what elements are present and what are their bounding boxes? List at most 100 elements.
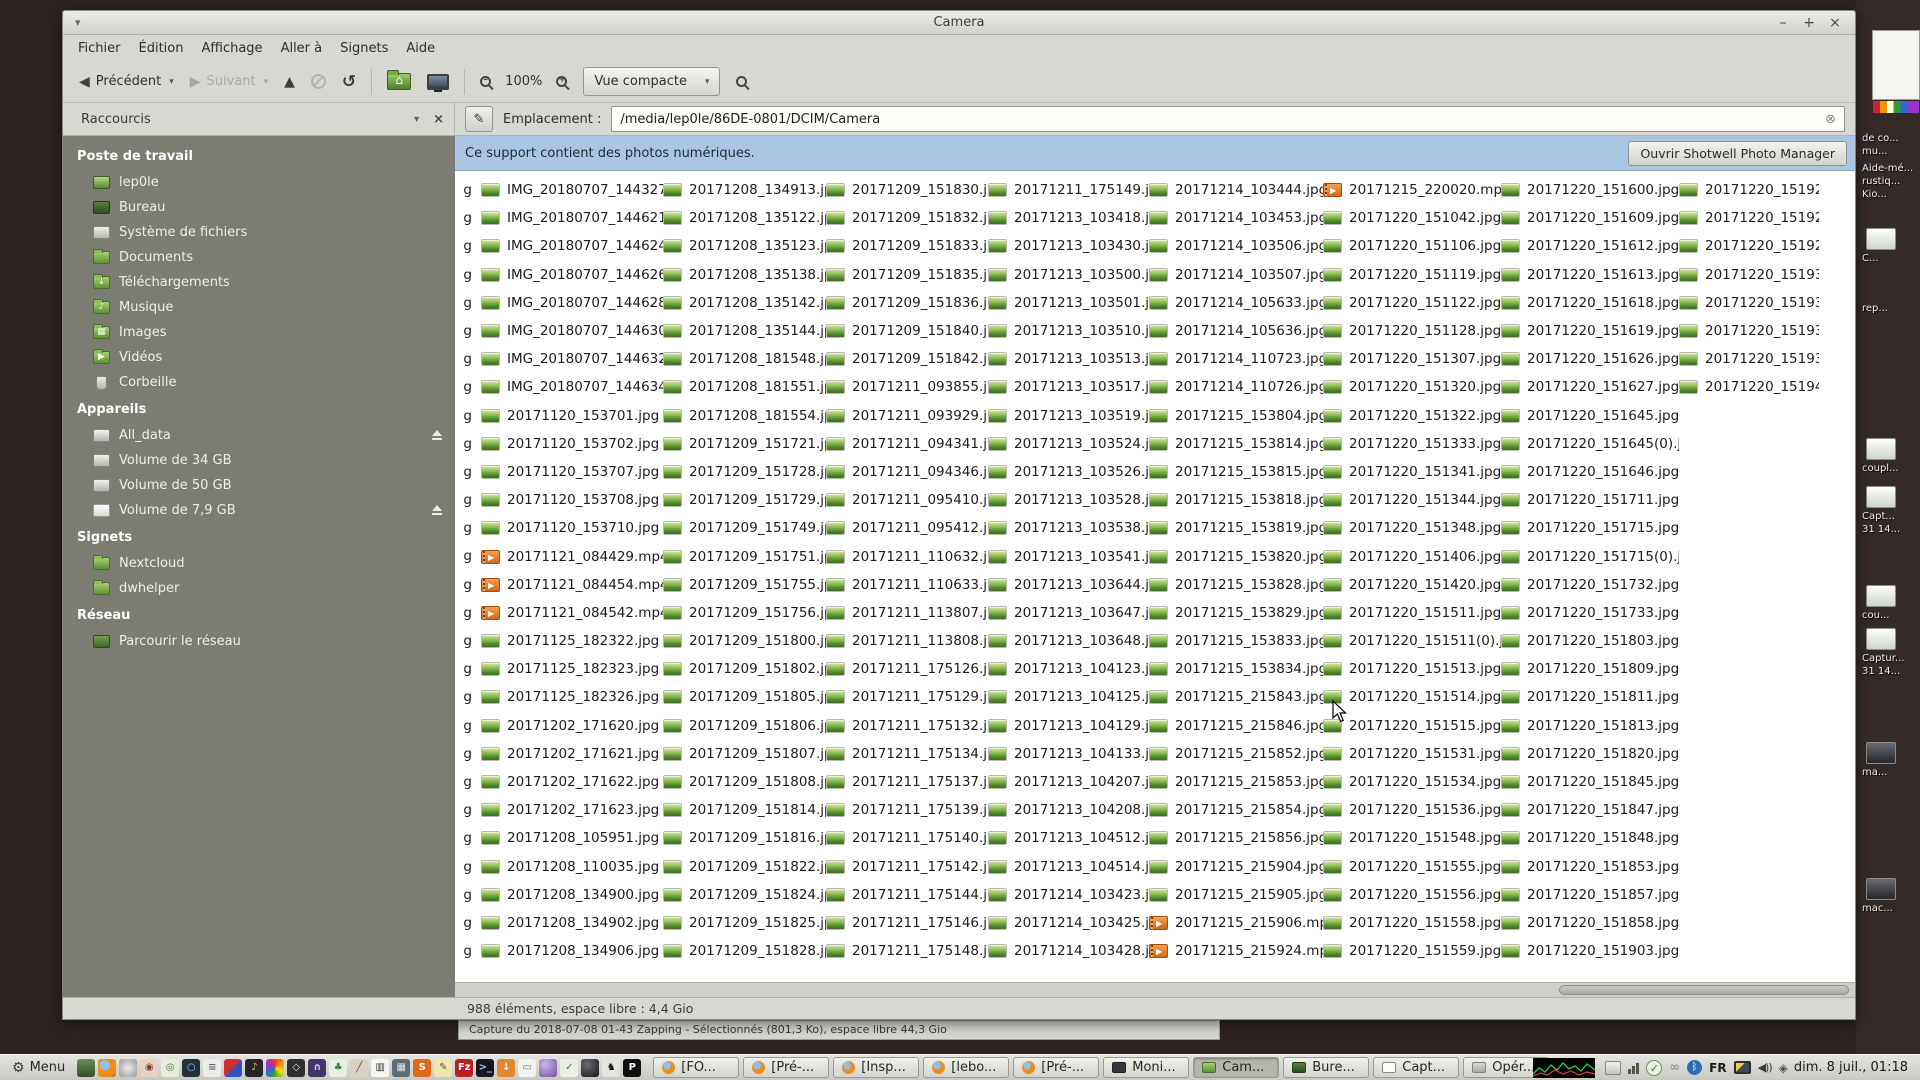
file-item[interactable]: 20171220_151511.jpg [1323, 599, 1501, 627]
file-item[interactable]: 20171121_084454.mp4 [481, 571, 663, 599]
file-item[interactable]: 20171213_103501.jpg [988, 289, 1149, 317]
file-item[interactable]: 20171208_134900.jpg [481, 881, 663, 909]
file-item[interactable]: 20171220_151932.jpg [1679, 289, 1819, 317]
file-item[interactable]: 20171209_151840.jpg [826, 317, 988, 345]
taskbar-window-moni[interactable]: Moni... [1103, 1057, 1189, 1078]
file-item[interactable]: 20171211_093855.jpg [826, 373, 988, 401]
file-item[interactable]: 20171213_103528.jpg [988, 486, 1149, 514]
back-dropdown-icon[interactable]: ▾ [169, 77, 174, 87]
menu-aller-a[interactable]: Aller à [272, 38, 332, 59]
taskbar-window-cam[interactable]: Cam... [1193, 1057, 1279, 1078]
file-item[interactable]: 20171215_153820.jpg [1149, 542, 1323, 570]
file-item[interactable]: 20171120_153708.jpg [481, 486, 663, 514]
file-item[interactable]: 20171220_151937.jpg [1679, 345, 1819, 373]
file-item[interactable]: 20171209_151755.jpg [663, 571, 826, 599]
file-item[interactable]: 20171213_103418.jpg [988, 204, 1149, 232]
system-monitor-graph[interactable] [1533, 1058, 1595, 1078]
file-item[interactable]: 20171213_103538.jpg [988, 514, 1149, 542]
file-item[interactable]: 20171220_151715(0).jpg [1501, 542, 1679, 570]
file-item[interactable]: 20171220_151128.jpg [1323, 317, 1501, 345]
file-item[interactable]: 20171211_110632.jpg [826, 542, 988, 570]
file-item[interactable]: 20171220_151042.jpg [1323, 204, 1501, 232]
file-item[interactable]: IMG_20180707_144621.jpg [481, 204, 663, 232]
file-item[interactable]: 20171209_151836.jpg [826, 289, 988, 317]
file-item[interactable]: 20171220_151119.jpg [1323, 261, 1501, 289]
file-item[interactable]: 20171208_181551.jpg [663, 373, 826, 401]
file-item[interactable]: 20171220_151646.jpg [1501, 458, 1679, 486]
file-item[interactable]: 20171202_171621.jpg [481, 740, 663, 768]
file-item[interactable]: 20171213_103541.jpg [988, 542, 1149, 570]
file-item[interactable]: IMG_20180707_144630.jpg [481, 317, 663, 345]
forward-dropdown-icon[interactable]: ▾ [264, 77, 269, 87]
file-item[interactable]: 20171125_182322.jpg [481, 627, 663, 655]
file-item[interactable]: 20171220_151715.jpg [1501, 514, 1679, 542]
desktop-icon-fragment[interactable]: de co...mu... [1862, 132, 1918, 158]
file-item[interactable]: 20171211_175140.jpg [826, 824, 988, 852]
launcher-photos[interactable] [266, 1059, 284, 1077]
file-item[interactable]: 20171220_151847.jpg [1501, 796, 1679, 824]
file-item[interactable]: 20171220_151600.jpg [1501, 176, 1679, 204]
file-item[interactable]: 20171220_151928.jpg [1679, 232, 1819, 260]
file-item[interactable]: 20171220_151320.jpg [1323, 373, 1501, 401]
file-item[interactable]: 20171208_135144.jpg [663, 317, 826, 345]
launcher-flag[interactable] [224, 1059, 242, 1077]
file-item[interactable]: 20171220_151555.jpg [1323, 853, 1501, 881]
computer-button[interactable] [419, 66, 457, 98]
file-item[interactable]: 20171215_153815.jpg [1149, 458, 1323, 486]
launcher-terminal[interactable]: >_ [476, 1059, 494, 1077]
pane-header-dropdown-icon[interactable]: ▾ [414, 114, 419, 125]
launcher-files[interactable]: ≡ [203, 1059, 221, 1077]
file-item[interactable]: 20171215_215924.mp4 [1149, 937, 1323, 965]
file-item[interactable]: 20171220_151903.jpg [1501, 937, 1679, 965]
file-item[interactable]: 20171209_151802.jpg [663, 655, 826, 683]
launcher-xournal[interactable]: ✎ [434, 1059, 452, 1077]
keyboard-layout-icon[interactable]: FR [1709, 1061, 1726, 1075]
file-item[interactable]: 20171208_135122.jpg [663, 204, 826, 232]
file-item[interactable]: 20171220_151344.jpg [1323, 486, 1501, 514]
sidebar-item-musique[interactable]: Musique [63, 295, 455, 320]
file-item[interactable]: 20171125_182323.jpg [481, 655, 663, 683]
file-item[interactable]: 20171220_151626.jpg [1501, 345, 1679, 373]
file-item[interactable]: 20171211_175134.jpg [826, 740, 988, 768]
desktop-icon-fragment[interactable]: mac... [1862, 878, 1918, 915]
sidebar-item-volume-de-50-gb[interactable]: Volume de 50 GB [63, 473, 455, 498]
file-item[interactable]: 20171209_151828.jpg [663, 937, 826, 965]
launcher-window[interactable]: ▭ [518, 1059, 536, 1077]
launcher-dark-orb[interactable] [581, 1059, 599, 1077]
file-item[interactable]: 20171220_151924.jpg [1679, 176, 1819, 204]
menu-signets[interactable]: Signets [331, 38, 397, 59]
launcher-eye[interactable]: ◉ [140, 1059, 158, 1077]
view-mode-select[interactable]: Vue compacte ▾ [583, 67, 720, 96]
file-item[interactable]: 20171215_215846.jpg [1149, 712, 1323, 740]
file-item[interactable]: 20171220_151645.jpg [1501, 402, 1679, 430]
file-item[interactable]: 20171213_103526.jpg [988, 458, 1149, 486]
menu-button[interactable]: ⚙ Menu [4, 1057, 73, 1079]
launcher-music[interactable]: ♪ [245, 1059, 263, 1077]
file-item[interactable]: 20171208_134902.jpg [481, 909, 663, 937]
file-item[interactable]: 20171211_175148.jpg [826, 937, 988, 965]
file-item[interactable]: 20171215_153819.jpg [1149, 514, 1323, 542]
screen-tool-icon[interactable] [1734, 1061, 1751, 1074]
file-item[interactable]: IMG_20180707_144624.jpg [481, 232, 663, 260]
sidebar-item-corbeille[interactable]: Corbeille [63, 370, 455, 395]
file-item[interactable]: 20171209_151800.jpg [663, 627, 826, 655]
file-item[interactable]: 20171215_220020.mp4 [1323, 176, 1501, 204]
file-item[interactable]: 20171209_151807.jpg [663, 740, 826, 768]
file-item[interactable]: 20171211_175142.jpg [826, 853, 988, 881]
file-item[interactable]: 20171211_175139.jpg [826, 796, 988, 824]
edit-location-button[interactable]: ✎ [465, 106, 493, 132]
launcher-plume[interactable]: P [623, 1059, 641, 1077]
launcher-sublime-text[interactable]: S [413, 1059, 431, 1077]
launcher-show-desktop[interactable] [77, 1059, 95, 1077]
file-item[interactable]: 20171214_110723.jpg [1149, 345, 1323, 373]
zoom-out-button[interactable]: – [472, 66, 499, 98]
file-item[interactable]: 20171215_215856.jpg [1149, 824, 1323, 852]
file-item[interactable]: 20171220_151627.jpg [1501, 373, 1679, 401]
file-item[interactable]: 20171120_153701.jpg [481, 402, 663, 430]
file-item[interactable]: 20171209_151825.jpg [663, 909, 826, 937]
file-item[interactable]: 20171209_151721.jpg [663, 430, 826, 458]
file-item[interactable]: 20171209_151830.jpg [826, 176, 988, 204]
file-item[interactable]: 20171213_103648.jpg [988, 627, 1149, 655]
file-item[interactable]: 20171209_151824.jpg [663, 881, 826, 909]
file-item[interactable]: 20171220_151619.jpg [1501, 317, 1679, 345]
